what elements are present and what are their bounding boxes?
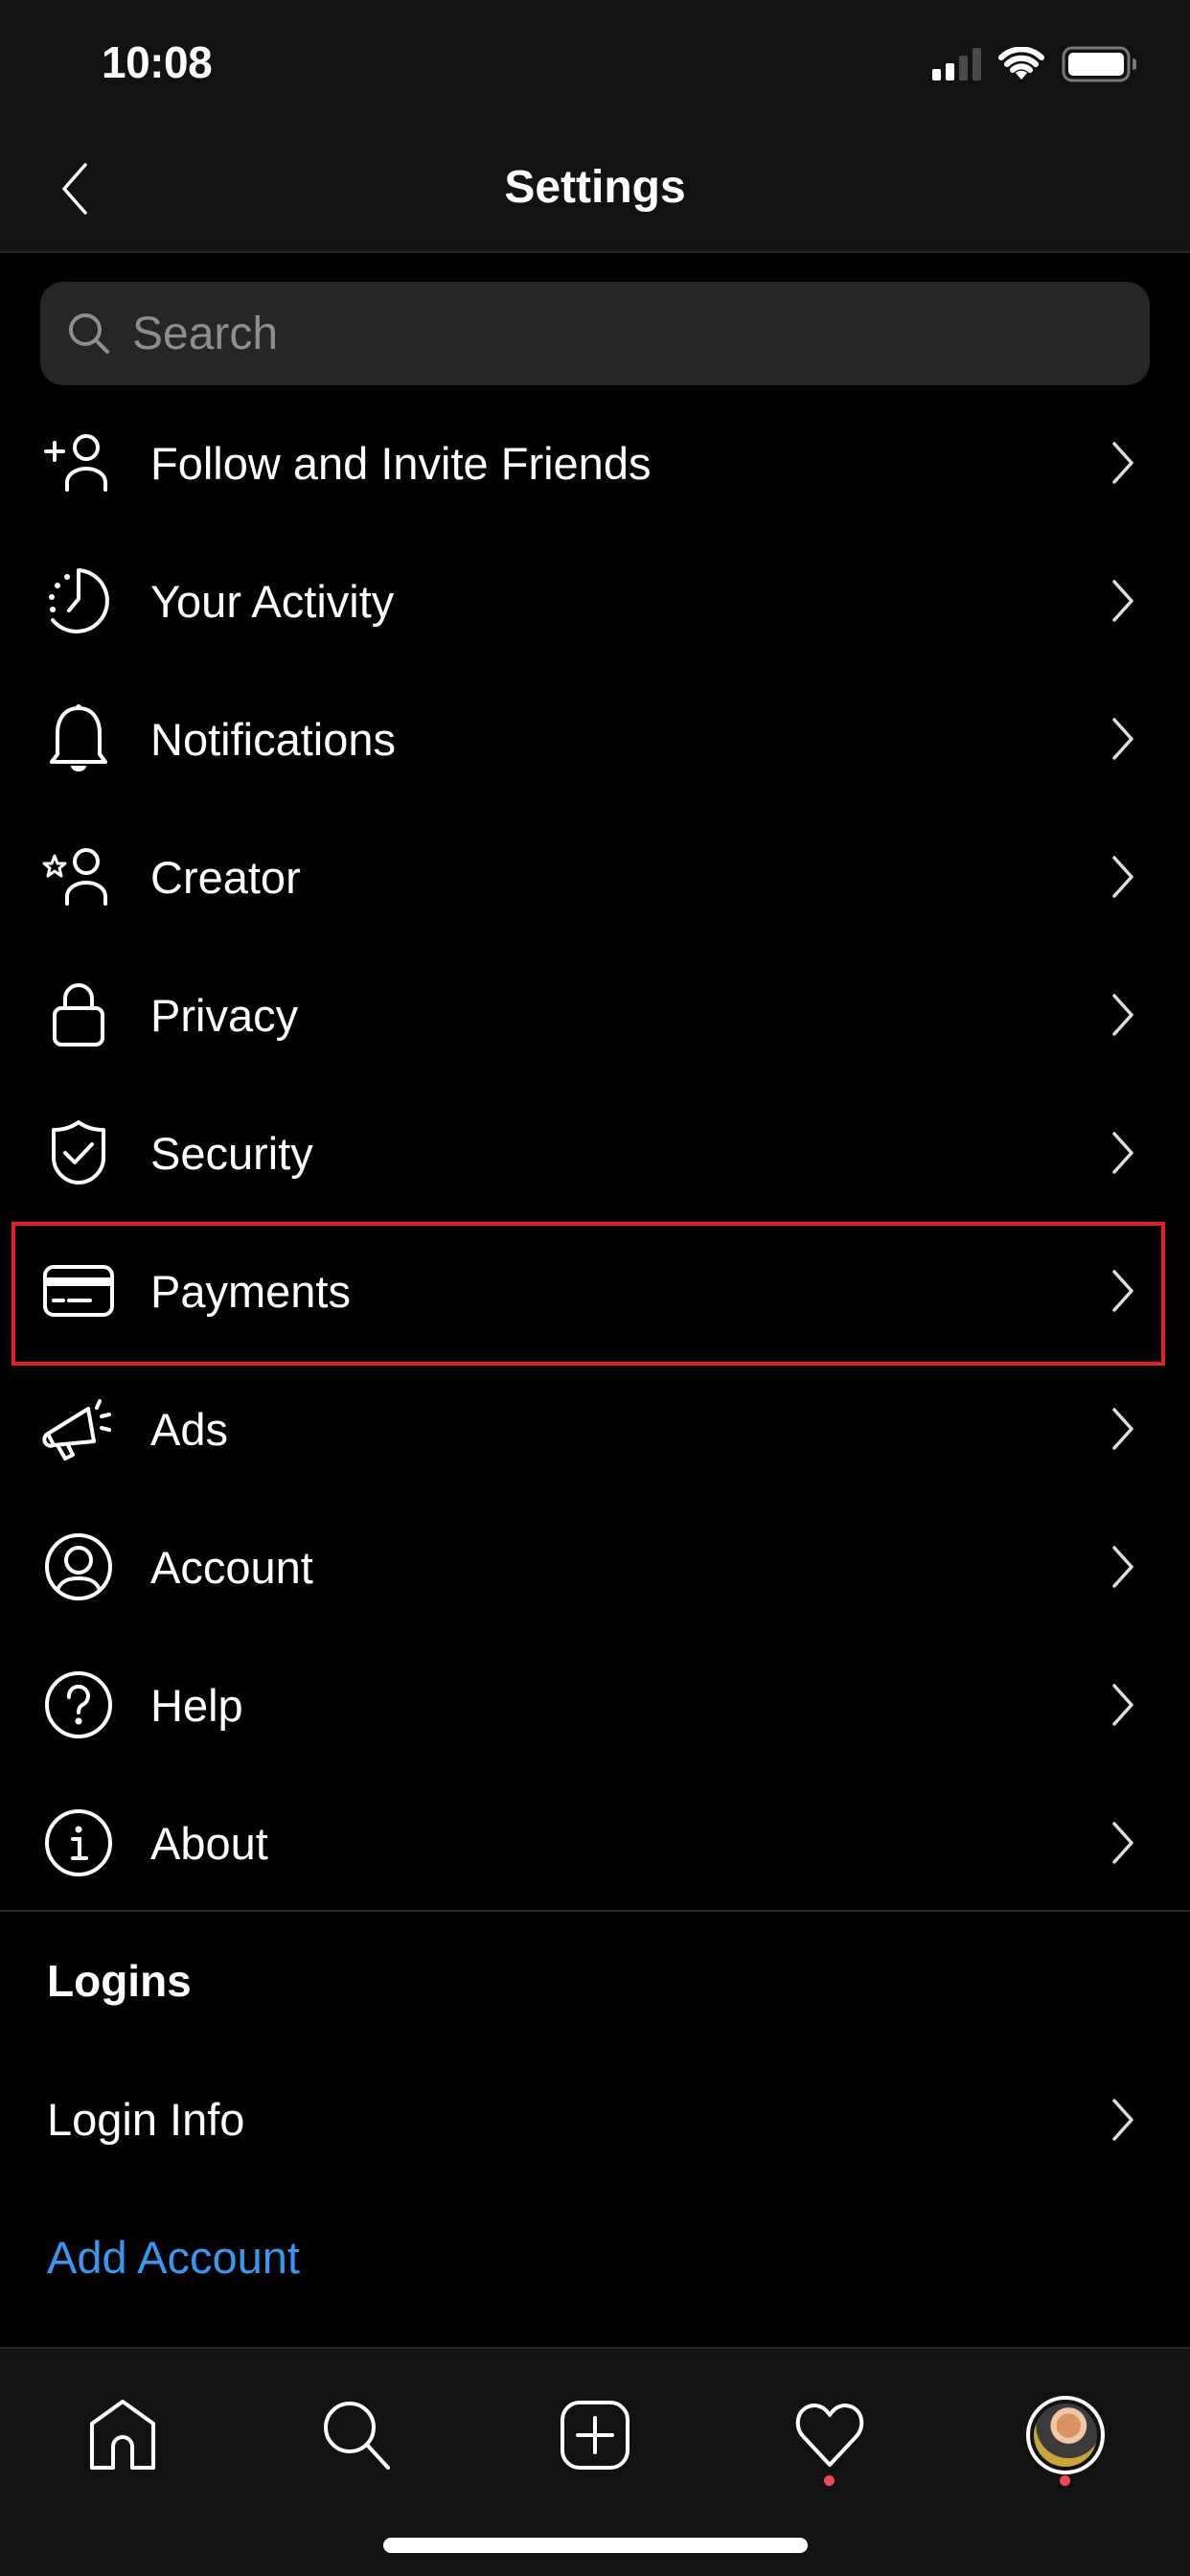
- chevron-right-icon: [1112, 1546, 1133, 1588]
- add-post-icon: [561, 2401, 629, 2470]
- section-divider: [0, 1910, 1190, 1912]
- settings-menu: Follow and Invite Friends Your Activity …: [0, 394, 1190, 1912]
- page-title: Settings: [504, 162, 686, 213]
- status-time: 10:08: [102, 37, 213, 87]
- profile-notification-dot: [1060, 2475, 1070, 2486]
- tab-activity[interactable]: [782, 2387, 878, 2486]
- megaphone-icon: [42, 1392, 115, 1465]
- cellular-signal-icon: [932, 48, 981, 80]
- chevron-right-icon: [1112, 1684, 1133, 1726]
- search-icon: [324, 2402, 390, 2470]
- menu-item-payments[interactable]: Payments: [0, 1222, 1190, 1360]
- chevron-right-icon: [1112, 994, 1133, 1036]
- chevron-right-icon: [1112, 856, 1133, 898]
- add-person-icon: [42, 426, 115, 499]
- account-circle-icon: [42, 1530, 115, 1603]
- menu-item-creator[interactable]: Creator: [0, 808, 1190, 946]
- menu-item-security[interactable]: Security: [0, 1084, 1190, 1222]
- activity-notification-dot: [824, 2475, 835, 2486]
- menu-item-label: Account: [150, 1541, 313, 1593]
- menu-item-ads[interactable]: Ads: [0, 1360, 1190, 1498]
- menu-item-label: Notifications: [150, 713, 396, 765]
- wifi-icon: [998, 47, 1044, 80]
- chevron-right-icon: [1112, 442, 1133, 484]
- tab-search[interactable]: [309, 2387, 405, 2483]
- logins-section-title: Logins: [47, 1956, 192, 2006]
- chevron-right-icon: [1112, 1822, 1133, 1864]
- home-icon: [90, 2400, 155, 2470]
- menu-item-label: Privacy: [150, 989, 299, 1041]
- activity-clock-icon: [42, 564, 115, 637]
- menu-item-label: About: [150, 1817, 268, 1869]
- add-account-link[interactable]: Add Account: [47, 2231, 300, 2284]
- tab-profile[interactable]: [1018, 2387, 1113, 2486]
- menu-item-label: Ads: [150, 1403, 228, 1455]
- credit-card-icon: [42, 1254, 115, 1327]
- battery-icon: [1062, 46, 1136, 82]
- bell-icon: [42, 702, 115, 775]
- menu-item-help[interactable]: Help: [0, 1636, 1190, 1774]
- chevron-right-icon: [1112, 580, 1133, 622]
- tab-new-post[interactable]: [547, 2387, 643, 2483]
- menu-item-label: Creator: [150, 851, 301, 903]
- search-bar[interactable]: [40, 282, 1150, 385]
- chevron-right-icon: [1112, 1408, 1133, 1450]
- creator-star-person-icon: [42, 840, 115, 913]
- status-icons: [932, 46, 1136, 82]
- menu-item-follow-and-invite-friends[interactable]: Follow and Invite Friends: [0, 394, 1190, 532]
- menu-item-label: Security: [150, 1127, 313, 1179]
- status-bar: 10:08: [0, 0, 1190, 126]
- chevron-right-icon: [1112, 1132, 1133, 1174]
- menu-item-about[interactable]: About: [0, 1774, 1190, 1912]
- menu-item-label: Login Info: [47, 2094, 245, 2145]
- chevron-right-icon: [1112, 2099, 1133, 2141]
- menu-item-label: Follow and Invite Friends: [150, 437, 652, 489]
- search-input[interactable]: [132, 307, 1090, 360]
- chevron-right-icon: [1112, 1270, 1133, 1312]
- menu-item-login-info[interactable]: Login Info: [0, 2051, 1190, 2189]
- menu-item-label: Your Activity: [150, 575, 395, 627]
- lock-icon: [42, 978, 115, 1051]
- profile-avatar: [1026, 2396, 1105, 2474]
- menu-item-label: Help: [150, 1679, 243, 1731]
- menu-item-account[interactable]: Account: [0, 1498, 1190, 1636]
- info-circle-icon: [42, 1806, 115, 1879]
- search-icon: [69, 313, 109, 354]
- menu-item-your-activity[interactable]: Your Activity: [0, 532, 1190, 670]
- heart-icon: [795, 2404, 864, 2467]
- tab-home[interactable]: [75, 2387, 171, 2483]
- menu-item-privacy[interactable]: Privacy: [0, 946, 1190, 1084]
- menu-item-notifications[interactable]: Notifications: [0, 670, 1190, 808]
- home-indicator[interactable]: [383, 2538, 808, 2553]
- menu-item-label: Payments: [150, 1265, 351, 1317]
- navigation-bar: Settings: [0, 126, 1190, 253]
- profile-avatar-image: [1034, 2404, 1097, 2467]
- shield-check-icon: [42, 1116, 115, 1189]
- chevron-right-icon: [1112, 718, 1133, 760]
- help-circle-icon: [42, 1668, 115, 1741]
